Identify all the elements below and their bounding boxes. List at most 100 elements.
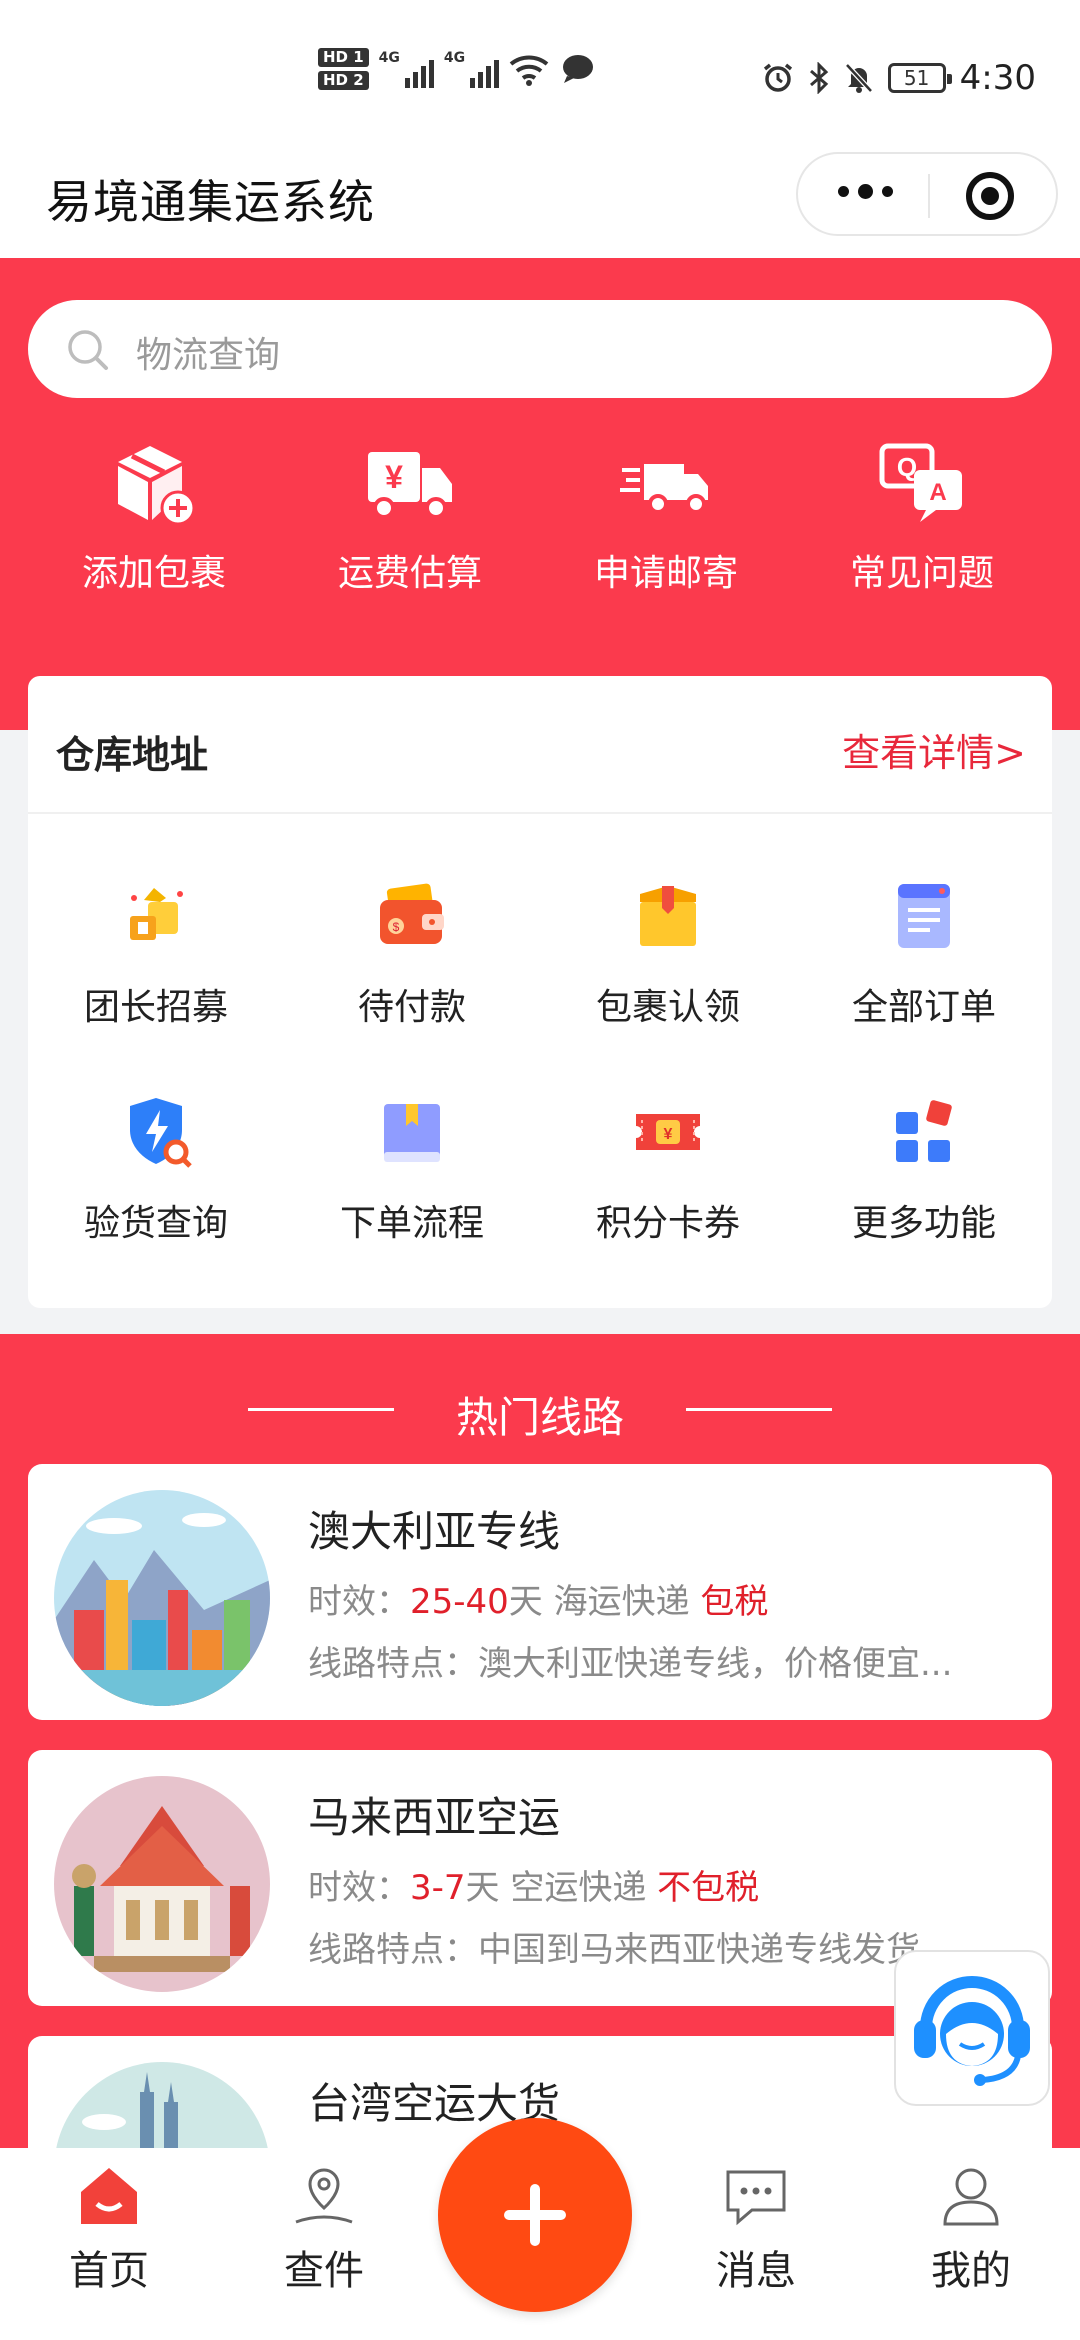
add-order-fab[interactable]	[438, 2118, 632, 2312]
feature-pending-payment[interactable]: $ 待付款	[284, 876, 540, 1092]
tab-messages-label: 消息	[716, 2248, 796, 2294]
tab-mine[interactable]: 我的	[896, 2164, 1046, 2296]
headset-agent-icon	[914, 1976, 1030, 2086]
route-tax: 包税	[700, 1582, 769, 1622]
quick-apply-mailing-label: 申请邮寄	[593, 553, 738, 594]
box-icon	[640, 886, 696, 946]
route-days-unit: 天	[508, 1582, 543, 1622]
more-options-button[interactable]	[838, 184, 893, 199]
title-bar: 易境通集运系统	[0, 150, 1080, 258]
route-desc-label: 线路特点：	[308, 1930, 478, 1970]
svg-text:$: $	[393, 920, 400, 934]
quick-add-package-label: 添加包裹	[81, 553, 226, 594]
sim-indicators: HD 1 HD 2	[318, 48, 369, 90]
home-icon	[81, 2168, 137, 2224]
svg-text:A: A	[929, 479, 946, 506]
miniprogram-capsule	[796, 152, 1058, 236]
route-days: 25-40	[410, 1582, 509, 1622]
feature-all-orders-label: 全部订单	[851, 987, 996, 1028]
status-right-indicators: 51 4:30	[762, 58, 1036, 98]
app-root: HD 1 HD 2 4G 4G 51 4:30 易境通集运系统 物流查询 添加包…	[0, 0, 1080, 2340]
search-icon	[68, 330, 108, 370]
recruit-icon	[130, 888, 183, 940]
warehouse-card-header: 仓库地址 查看详情>	[28, 676, 1052, 814]
capsule-divider	[928, 174, 930, 218]
battery-icon: 51	[887, 63, 952, 93]
view-details-link[interactable]: 查看详情>	[842, 722, 1026, 777]
hot-routes-title: 热门线路	[455, 1393, 624, 1442]
route-mode: 空运快递	[510, 1868, 647, 1908]
route-name: 马来西亚空运	[308, 1793, 561, 1842]
qa-icon: Q A	[879, 443, 962, 522]
clock: 4:30	[959, 58, 1036, 98]
route-desc-text: 中国到马来西亚快递专线发货	[478, 1930, 920, 1970]
feature-pending-payment-label: 待付款	[357, 987, 466, 1028]
quick-faq-label: 常见问题	[849, 553, 994, 594]
tab-track-label: 查件	[284, 2248, 364, 2294]
page-title: 易境通集运系统	[46, 175, 375, 229]
delivery-truck-icon	[620, 464, 708, 514]
route-image-malaysia	[54, 1776, 270, 1992]
route-meta: 时效：3-7天 空运快递 不包税	[308, 1860, 759, 1909]
quick-apply-mailing[interactable]: 申请邮寄	[538, 436, 794, 596]
feature-points-coupons-label: 积分卡券	[595, 1203, 740, 1244]
hot-title-right-line	[686, 1408, 832, 1411]
message-icon	[726, 2170, 786, 2226]
tab-mine-label: 我的	[931, 2248, 1011, 2294]
hd1-badge: HD 1	[318, 48, 369, 67]
warehouse-card: 仓库地址 查看详情> 团长招募 $ 待付款 包裹认领 全部订单 验货查询 下单流…	[28, 676, 1052, 1308]
signal-2-icon: 4G	[443, 50, 500, 88]
close-miniprogram-button[interactable]	[966, 172, 1014, 220]
customer-service-button[interactable]	[894, 1950, 1050, 2106]
feature-more[interactable]: 更多功能	[796, 1092, 1052, 1308]
wallet-icon: $	[380, 883, 444, 944]
mute-bell-icon	[844, 63, 873, 93]
quick-add-package[interactable]: 添加包裹	[26, 436, 282, 596]
net1-label: 4G	[378, 50, 400, 66]
route-tax: 不包税	[657, 1868, 760, 1908]
signal-1-icon: 4G	[379, 50, 434, 88]
status-bar: HD 1 HD 2 4G 4G 51 4:30	[0, 0, 1080, 150]
package-add-icon	[118, 446, 196, 526]
quick-actions: 添加包裹 ¥ 运费估算 申请邮寄 Q A 常见问题	[0, 436, 1080, 596]
feature-all-orders[interactable]: 全部订单	[796, 876, 1052, 1092]
inspect-shield-icon	[130, 1098, 192, 1168]
route-desc-label: 线路特点：	[308, 1644, 478, 1684]
freight-truck-icon: ¥	[368, 452, 452, 519]
feature-inspection-query[interactable]: 验货查询	[28, 1092, 284, 1308]
route-card-australia[interactable]: 澳大利亚专线 时效：25-40天 海运快递 包税 线路特点：澳大利亚快递专线，价…	[28, 1464, 1052, 1720]
route-desc: 线路特点：澳大利亚快递专线，价格便宜...	[308, 1636, 1018, 1685]
net2-label: 4G	[443, 50, 466, 66]
feature-recruit-leader-label: 团长招募	[83, 987, 228, 1028]
route-mode: 海运快递	[553, 1582, 690, 1622]
svg-text:¥: ¥	[385, 459, 403, 495]
quick-freight-estimate-label: 运费估算	[337, 553, 482, 594]
svg-text:¥: ¥	[664, 1126, 673, 1143]
quick-freight-estimate[interactable]: ¥ 运费估算	[282, 436, 538, 596]
feature-order-process[interactable]: 下单流程	[284, 1092, 540, 1308]
route-days: 3-7	[410, 1868, 466, 1908]
feature-package-claim[interactable]: 包裹认领	[540, 876, 796, 1092]
route-time-label: 时效：	[308, 1868, 410, 1908]
route-days-unit: 天	[465, 1868, 500, 1908]
header-banner: 物流查询 添加包裹 ¥ 运费估算 申请邮寄 Q A 常见问题	[0, 258, 1080, 730]
tab-messages[interactable]: 消息	[681, 2164, 831, 2296]
feature-recruit-leader[interactable]: 团长招募	[28, 876, 284, 1092]
quick-faq[interactable]: Q A 常见问题	[794, 436, 1050, 596]
bluetooth-icon	[809, 62, 828, 94]
tab-home[interactable]: 首页	[34, 2164, 184, 2296]
feature-inspection-query-label: 验货查询	[83, 1203, 228, 1244]
hd2-badge: HD 2	[318, 71, 369, 90]
route-name: 澳大利亚专线	[308, 1507, 561, 1556]
feature-points-coupons[interactable]: ¥ 积分卡券	[540, 1092, 796, 1308]
coupon-icon: ¥	[636, 1114, 700, 1150]
more-grid-icon	[896, 1100, 952, 1162]
feature-grid: 团长招募 $ 待付款 包裹认领 全部订单 验货查询 下单流程 ¥ 积分卡券 更多…	[28, 876, 1052, 1308]
user-icon	[943, 2168, 999, 2226]
feature-more-label: 更多功能	[851, 1203, 996, 1244]
tab-track[interactable]: 查件	[249, 2164, 399, 2296]
search-bar[interactable]: 物流查询	[28, 300, 1052, 398]
route-image-australia	[54, 1490, 270, 1706]
route-desc-text: 澳大利亚快递专线，价格便宜...	[478, 1644, 953, 1684]
warehouse-title: 仓库地址	[56, 733, 209, 777]
